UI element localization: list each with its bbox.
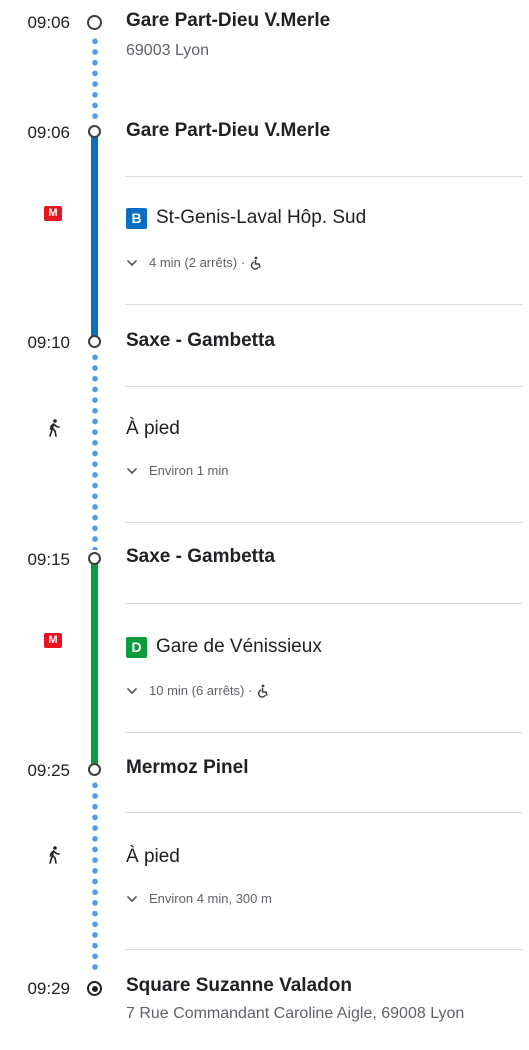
walk1-directions-toggle[interactable]: Environ 1 min — [125, 463, 228, 478]
separator — [126, 812, 523, 813]
wheelchair-icon — [258, 684, 269, 698]
walk2-directions-toggle[interactable]: Environ 4 min, 300 m — [125, 891, 272, 906]
chevron-down-icon — [126, 259, 138, 266]
walk-connector-2 — [92, 780, 98, 973]
board1-time: 09:06 — [27, 123, 70, 142]
ride1-stops-toggle[interactable]: 4 min (2 arrêts) · — [125, 255, 263, 270]
separator — [126, 304, 523, 305]
separator — [126, 176, 523, 177]
ride2-detail: 10 min (6 arrêts) · — [149, 683, 253, 698]
metro-icon: M — [44, 633, 62, 648]
destination-target-dot — [91, 985, 98, 992]
alight2-node-icon — [88, 763, 101, 776]
walk-connector-start — [92, 36, 98, 124]
walk-connector-1 — [92, 352, 98, 550]
line-d-badge: D — [126, 636, 147, 658]
ride2-destination: Gare de Vénissieux — [156, 636, 322, 657]
line-b-badge: B — [126, 207, 147, 229]
walk1-detail: Environ 1 min — [149, 463, 229, 478]
end-stop-name[interactable]: Square Suzanne Valadon — [126, 975, 352, 997]
board2-time: 09:15 — [27, 550, 70, 569]
walk2-label: À pied — [126, 846, 180, 867]
chevron-down-icon — [126, 467, 138, 474]
separator — [126, 732, 523, 733]
separator — [126, 949, 523, 950]
alight2-stop-name[interactable]: Mermoz Pinel — [126, 757, 248, 779]
destination-target-icon — [87, 981, 102, 996]
alight1-stop-name[interactable]: Saxe - Gambetta — [126, 330, 275, 352]
end-time: 09:29 — [27, 979, 70, 998]
separator — [126, 603, 523, 604]
metro-icon: M — [44, 206, 62, 221]
start-time: 09:06 — [27, 13, 70, 32]
walk1-label: À pied — [126, 418, 180, 439]
metro-line-b-track — [91, 136, 98, 338]
alight1-time: 09:10 — [27, 333, 70, 352]
separator — [126, 386, 523, 387]
ride1-destination: St-Genis-Laval Hôp. Sud — [156, 207, 367, 228]
ride2-stops-toggle[interactable]: 10 min (6 arrêts) · — [125, 683, 270, 698]
ride1-line-row[interactable]: B St-Genis-Laval Hôp. Sud — [126, 207, 366, 229]
metro-line-d-track — [91, 563, 98, 765]
board2-node-icon — [88, 552, 101, 565]
wheelchair-icon — [250, 256, 261, 270]
ride2-line-row[interactable]: D Gare de Vénissieux — [126, 636, 322, 658]
alight1-node-icon — [88, 335, 101, 348]
ride1-detail: 4 min (2 arrêts) · — [149, 255, 246, 270]
start-stop-name[interactable]: Gare Part-Dieu V.Merle — [126, 10, 330, 32]
end-address: 7 Rue Commandant Caroline Aigle, 69008 L… — [126, 1005, 465, 1022]
separator — [126, 522, 523, 523]
chevron-down-icon — [126, 895, 138, 902]
board1-stop-name[interactable]: Gare Part-Dieu V.Merle — [126, 120, 330, 142]
start-node-icon — [87, 15, 102, 30]
chevron-down-icon — [126, 687, 138, 694]
walking-icon — [49, 846, 60, 864]
start-address: 69003 Lyon — [126, 42, 210, 59]
board1-node-icon — [88, 125, 101, 138]
alight2-time: 09:25 — [27, 761, 70, 780]
walk2-detail: Environ 4 min, 300 m — [149, 891, 272, 906]
walking-icon — [49, 419, 60, 437]
board2-stop-name[interactable]: Saxe - Gambetta — [126, 546, 275, 568]
